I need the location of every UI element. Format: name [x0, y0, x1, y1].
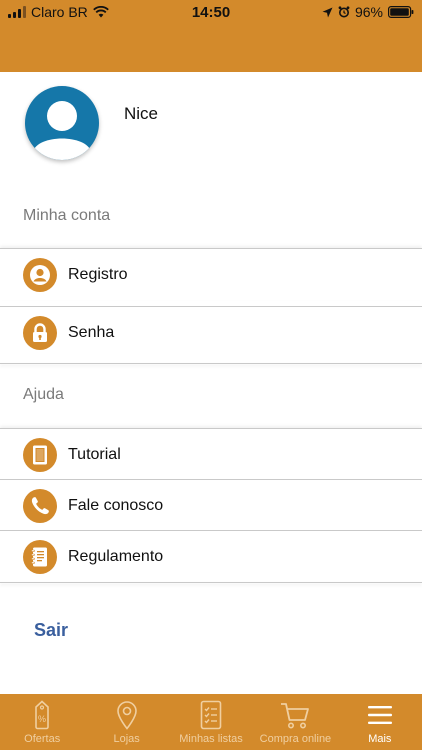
section-label-account: Minha conta: [23, 207, 111, 224]
offers-tag-icon: %: [35, 700, 50, 730]
user-avatar-icon: [33, 101, 91, 160]
menu-item-regulamento[interactable]: Regulamento: [0, 530, 422, 582]
menu-item-label-senha: Senha: [68, 323, 115, 341]
avatar[interactable]: [25, 86, 99, 160]
cart-icon: [281, 703, 310, 729]
app-header: [0, 24, 422, 72]
profile-name: Nice: [124, 104, 159, 123]
tab-label-compra-online: Compra online: [259, 733, 332, 745]
menu-item-tutorial[interactable]: Tutorial: [0, 428, 422, 480]
tab-lojas[interactable]: Lojas: [84, 694, 168, 750]
menu-item-registro[interactable]: Registro: [0, 248, 422, 300]
menu-item-label-fale-conosco: Fale conosco: [68, 496, 164, 514]
tab-label-mais: Mais: [368, 733, 392, 745]
menu-item-fale-conosco[interactable]: Fale conosco: [0, 479, 422, 531]
status-right: 96%: [322, 4, 414, 20]
menu-icon: [367, 706, 392, 724]
book-icon: [23, 438, 57, 472]
tab-label-minhas-listas: Minhas listas: [179, 733, 243, 745]
bottom-tab-bar: % Ofertas Lojas Minhas listas Compra onl…: [0, 694, 422, 750]
checklist-icon: [200, 700, 222, 730]
menu-item-label-regulamento: Regulamento: [68, 547, 164, 565]
battery-percent: 96%: [354, 4, 383, 20]
phone-icon: [23, 489, 57, 523]
battery-icon: [388, 6, 414, 18]
menu-item-senha[interactable]: Senha: [0, 306, 422, 358]
section-label-help: Ajuda: [23, 386, 64, 403]
alarm-icon: [338, 6, 350, 18]
notebook-icon: [23, 540, 57, 574]
tab-ofertas[interactable]: % Ofertas: [0, 694, 84, 750]
tab-label-ofertas: Ofertas: [24, 733, 61, 745]
tab-mais[interactable]: Mais: [338, 694, 422, 750]
divider: [0, 363, 422, 364]
menu-item-label-tutorial: Tutorial: [68, 445, 121, 463]
menu-item-label-registro: Registro: [68, 265, 128, 283]
svg-text:%: %: [38, 714, 46, 724]
profile-section: Nice: [0, 72, 422, 182]
status-bar: Claro BR 14:50 96%: [0, 0, 422, 24]
tab-label-lojas: Lojas: [113, 733, 140, 745]
location-pin-icon: [116, 701, 137, 730]
user-icon: [23, 258, 57, 292]
divider: [0, 582, 422, 583]
location-arrow-icon: [322, 7, 333, 17]
lock-icon: [23, 316, 57, 350]
tab-minhas-listas[interactable]: Minhas listas: [169, 694, 253, 750]
logout-button[interactable]: Sair: [34, 620, 68, 641]
tab-compra-online[interactable]: Compra online: [253, 694, 337, 750]
